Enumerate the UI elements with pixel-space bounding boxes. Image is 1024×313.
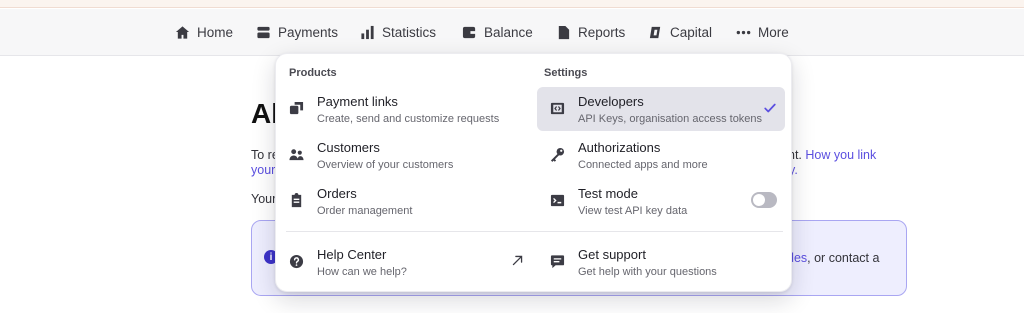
payment-links-title: Payment links: [317, 94, 398, 109]
keys-text-start: Your: [251, 192, 277, 206]
nav-payments-label: Payments: [278, 25, 339, 40]
customers-title: Customers: [317, 140, 380, 155]
menu-item-help-center[interactable]: Help Center How can we help?: [276, 240, 531, 284]
chat-icon: [550, 254, 565, 269]
developers-icon: [550, 101, 565, 116]
payment-links-subtitle: Create, send and customize requests: [317, 113, 500, 125]
menu-item-payment-links[interactable]: Payment links Create, send and customize…: [276, 87, 526, 131]
nav-reports-label: Reports: [578, 25, 626, 40]
menu-item-authorizations[interactable]: Authorizations Connected apps and more: [537, 133, 785, 177]
settings-section-title: Settings: [544, 67, 588, 79]
home-icon: [175, 25, 190, 40]
menu-item-developers[interactable]: Developers API Keys, organisation access…: [537, 87, 785, 131]
developers-title: Developers: [578, 94, 644, 109]
terminal-icon: [550, 193, 565, 208]
nav-balance-label: Balance: [484, 25, 533, 40]
nav-home-label: Home: [197, 25, 234, 40]
test-mode-toggle[interactable]: [751, 192, 777, 208]
authorizations-title: Authorizations: [578, 140, 661, 155]
products-section-title: Products: [289, 67, 337, 79]
authorizations-subtitle: Connected apps and more: [578, 159, 708, 171]
statistics-icon: [360, 25, 375, 40]
menu-item-get-support[interactable]: Get support Get help with your questions: [537, 240, 785, 284]
how-you-link-link[interactable]: How you link: [805, 148, 876, 162]
nav-more-label: More: [758, 25, 789, 40]
more-dropdown-menu: Products Settings Payment links Create, …: [275, 53, 792, 292]
developers-subtitle: API Keys, organisation access tokens: [578, 113, 763, 125]
intro-link-start[interactable]: your: [251, 163, 275, 177]
nav-capital[interactable]: Capital: [648, 9, 712, 56]
payments-icon: [256, 25, 271, 40]
intro-text-end: nt. How you link: [788, 148, 877, 162]
top-navigation: Home Payments Statistics Balance Reports…: [0, 9, 1024, 56]
balance-icon: [462, 25, 477, 40]
capital-icon: [648, 25, 663, 40]
help-center-subtitle: How can we help?: [317, 266, 407, 278]
top-banner-strip: [0, 0, 1024, 8]
customers-icon: [289, 147, 304, 162]
payment-links-icon: [289, 101, 304, 116]
menu-divider: [286, 231, 783, 232]
checkmark-icon: [763, 101, 777, 115]
external-link-arrow-icon: [511, 254, 524, 267]
nav-home[interactable]: Home: [175, 9, 233, 56]
orders-icon: [289, 193, 304, 208]
menu-item-test-mode[interactable]: Test mode View test API key data: [537, 179, 785, 223]
get-support-subtitle: Get help with your questions: [578, 266, 717, 278]
orders-subtitle: Order management: [317, 205, 413, 217]
customers-subtitle: Overview of your customers: [317, 159, 454, 171]
nav-statistics-label: Statistics: [382, 25, 437, 40]
help-center-title: Help Center: [317, 247, 387, 262]
get-support-title: Get support: [578, 247, 646, 262]
reports-icon: [556, 25, 571, 40]
toggle-knob: [753, 194, 765, 206]
test-mode-title: Test mode: [578, 186, 638, 201]
nav-more[interactable]: More: [736, 9, 789, 56]
orders-title: Orders: [317, 186, 357, 201]
info-callout-text: des, or contact a: [787, 251, 880, 265]
more-dots-icon: [736, 25, 751, 40]
key-icon: [550, 147, 565, 162]
nav-capital-label: Capital: [670, 25, 713, 40]
menu-item-orders[interactable]: Orders Order management: [276, 179, 526, 223]
nav-payments[interactable]: Payments: [256, 9, 338, 56]
test-mode-subtitle: View test API key data: [578, 205, 688, 217]
nav-balance[interactable]: Balance: [462, 9, 533, 56]
menu-item-customers[interactable]: Customers Overview of your customers: [276, 133, 526, 177]
nav-reports[interactable]: Reports: [556, 9, 625, 56]
nav-statistics[interactable]: Statistics: [360, 9, 436, 56]
help-icon: [289, 254, 304, 269]
